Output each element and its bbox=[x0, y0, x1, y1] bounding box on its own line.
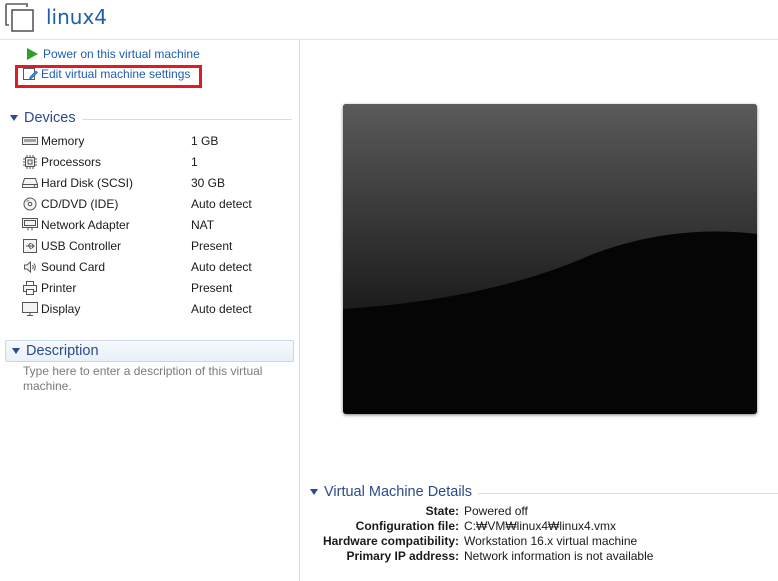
device-value: 1 bbox=[191, 154, 198, 169]
detail-value: Network information is not available bbox=[464, 549, 654, 563]
processor-icon bbox=[22, 154, 38, 170]
play-icon bbox=[24, 46, 40, 62]
usb-icon bbox=[22, 238, 38, 254]
description-section-header[interactable]: Description bbox=[5, 340, 294, 362]
display-icon bbox=[22, 301, 38, 317]
collapse-triangle-icon bbox=[310, 489, 318, 495]
edit-settings-icon bbox=[22, 66, 38, 82]
network-adapter-icon bbox=[22, 217, 38, 233]
divider bbox=[478, 493, 778, 494]
detail-label: Configuration file: bbox=[355, 519, 459, 533]
detail-value: Workstation 16.x virtual machine bbox=[464, 534, 638, 548]
power-on-button[interactable]: Power on this virtual machine bbox=[24, 45, 200, 63]
edit-settings-button[interactable]: Edit virtual machine settings bbox=[22, 65, 190, 83]
printer-icon bbox=[22, 280, 38, 296]
device-row-cd-dvd[interactable]: CD/DVD (IDE) Auto detect bbox=[22, 193, 292, 214]
vm-screen-preview[interactable] bbox=[343, 104, 757, 414]
right-panel: Virtual Machine Details State: Powered o… bbox=[300, 40, 778, 581]
collapse-triangle-icon bbox=[10, 115, 18, 121]
description-header-label: Description bbox=[26, 343, 99, 359]
power-on-label: Power on this virtual machine bbox=[43, 47, 200, 61]
detail-row-state: State: Powered off bbox=[300, 504, 778, 519]
devices-header-label: Devices bbox=[24, 110, 76, 126]
device-name: CD/DVD (IDE) bbox=[41, 196, 119, 211]
device-value: Auto detect bbox=[191, 259, 252, 274]
device-row-memory[interactable]: Memory 1 GB bbox=[22, 130, 292, 151]
device-row-network-adapter[interactable]: Network Adapter NAT bbox=[22, 214, 292, 235]
detail-label: Primary IP address: bbox=[346, 549, 459, 563]
detail-value: Powered off bbox=[464, 504, 528, 518]
memory-icon bbox=[22, 133, 38, 149]
vm-details-header-label: Virtual Machine Details bbox=[324, 484, 473, 500]
detail-row-hardware-compatibility: Hardware compatibility: Workstation 16.x… bbox=[300, 534, 778, 549]
left-panel: Power on this virtual machine Edit virtu… bbox=[0, 40, 300, 581]
virtual-machine-icon bbox=[5, 3, 34, 32]
detail-row-config-file: Configuration file: C:₩VM₩linux4₩linux4.… bbox=[300, 519, 778, 534]
device-name: Processors bbox=[41, 154, 102, 169]
device-value: Auto detect bbox=[191, 301, 252, 316]
device-value: Auto detect bbox=[191, 196, 252, 211]
device-row-display[interactable]: Display Auto detect bbox=[22, 298, 292, 319]
device-row-usb-controller[interactable]: USB Controller Present bbox=[22, 235, 292, 256]
device-row-printer[interactable]: Printer Present bbox=[22, 277, 292, 298]
device-value: 30 GB bbox=[191, 175, 226, 190]
device-value: NAT bbox=[191, 217, 215, 232]
vm-title: linux4 bbox=[46, 5, 108, 29]
collapse-triangle-icon bbox=[12, 348, 20, 354]
device-name: Display bbox=[41, 301, 81, 316]
cd-dvd-icon bbox=[22, 196, 38, 212]
device-name: Printer bbox=[41, 280, 77, 295]
device-value: Present bbox=[191, 280, 233, 295]
divider bbox=[81, 119, 292, 120]
edit-settings-label: Edit virtual machine settings bbox=[41, 67, 191, 81]
detail-label: State: bbox=[425, 504, 459, 518]
vm-details-section-header[interactable]: Virtual Machine Details bbox=[310, 484, 778, 500]
device-name: USB Controller bbox=[41, 238, 122, 253]
description-input[interactable]: Type here to enter a description of this… bbox=[23, 364, 283, 394]
device-name: Hard Disk (SCSI) bbox=[41, 175, 134, 190]
device-name: Memory bbox=[41, 133, 85, 148]
device-value: 1 GB bbox=[191, 133, 219, 148]
hard-disk-icon bbox=[22, 175, 38, 191]
devices-section-header[interactable]: Devices bbox=[10, 110, 292, 126]
vm-details-list: State: Powered off Configuration file: C… bbox=[300, 504, 778, 564]
device-value: Present bbox=[191, 238, 233, 253]
detail-label: Hardware compatibility: bbox=[322, 534, 459, 548]
device-row-processors[interactable]: Processors 1 bbox=[22, 151, 292, 172]
detail-row-primary-ip: Primary IP address: Network information … bbox=[300, 549, 778, 564]
device-name: Sound Card bbox=[41, 259, 106, 274]
speaker-icon bbox=[22, 259, 38, 275]
title-bar: linux4 bbox=[0, 0, 778, 40]
device-name: Network Adapter bbox=[41, 217, 130, 232]
detail-value: C:₩VM₩linux4₩linux4.vmx bbox=[464, 519, 617, 533]
device-list: Memory 1 GB Processors 1 Hard Disk (SCSI… bbox=[22, 130, 292, 319]
device-row-sound-card[interactable]: Sound Card Auto detect bbox=[22, 256, 292, 277]
device-row-hard-disk[interactable]: Hard Disk (SCSI) 30 GB bbox=[22, 172, 292, 193]
